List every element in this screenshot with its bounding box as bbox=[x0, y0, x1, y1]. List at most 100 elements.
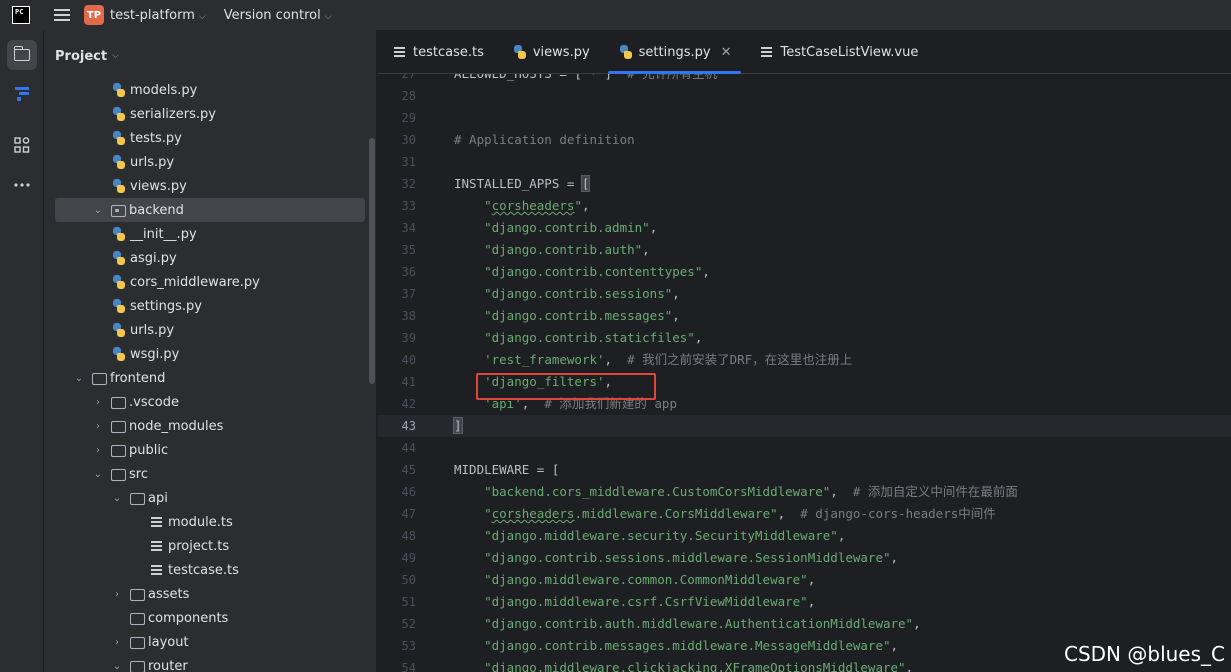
code-text: "django.contrib.admin", bbox=[484, 220, 658, 235]
code-line[interactable]: 27 ALLOWED_HOSTS = ['*'] # 允许所有主机 bbox=[378, 74, 1231, 85]
python-file-icon bbox=[111, 106, 127, 122]
close-icon[interactable]: ✕ bbox=[721, 45, 732, 60]
folder-icon bbox=[129, 658, 145, 672]
tree-item[interactable]: asgi.py bbox=[44, 246, 369, 270]
code-line[interactable]: 34 "django.contrib.admin", bbox=[378, 217, 1231, 239]
tree-item[interactable]: components bbox=[44, 606, 369, 630]
code-line[interactable]: 33 "corsheaders", bbox=[378, 195, 1231, 217]
code-line[interactable]: 35 "django.contrib.auth", bbox=[378, 239, 1231, 261]
editor-tab[interactable]: settings.py ✕ bbox=[604, 30, 746, 74]
project-switcher[interactable]: test-platform ⌵ bbox=[110, 8, 206, 23]
tree-item[interactable]: ⌄ api bbox=[44, 486, 369, 510]
code-line[interactable]: 49 "django.contrib.sessions.middleware.S… bbox=[378, 547, 1231, 569]
code-text: "django.contrib.messages", bbox=[484, 308, 680, 323]
tree-item[interactable]: ⌄ frontend bbox=[44, 366, 369, 390]
code-line[interactable]: 47 "corsheaders.middleware.CorsMiddlewar… bbox=[378, 503, 1231, 525]
code-line[interactable]: 41 'django_filters', bbox=[378, 371, 1231, 393]
line-number: 42 bbox=[401, 397, 416, 411]
chevron-down-icon: ⌵ bbox=[112, 51, 119, 61]
tree-item[interactable]: tests.py bbox=[44, 126, 369, 150]
tree-item[interactable]: models.py bbox=[44, 78, 369, 102]
tree-item[interactable]: cors_middleware.py bbox=[44, 270, 369, 294]
project-scrollbar[interactable] bbox=[369, 138, 375, 384]
chevron-down-icon[interactable]: ⌄ bbox=[73, 373, 85, 384]
code-line[interactable]: 32 INSTALLED_APPS = [ bbox=[378, 173, 1231, 195]
line-number: 48 bbox=[401, 529, 416, 543]
code-line[interactable]: 37 "django.contrib.sessions", bbox=[378, 283, 1231, 305]
code-line[interactable]: 50 "django.middleware.common.CommonMiddl… bbox=[378, 569, 1231, 591]
tree-item[interactable]: ⌄ backend bbox=[55, 198, 365, 222]
tree-item[interactable]: __init__.py bbox=[44, 222, 369, 246]
code-line[interactable]: 43] bbox=[378, 415, 1231, 437]
tree-item[interactable]: › node_modules bbox=[44, 414, 369, 438]
chevron-down-icon[interactable]: ⌄ bbox=[111, 661, 123, 672]
code-line[interactable]: 44 bbox=[378, 437, 1231, 459]
line-number: 46 bbox=[401, 485, 416, 499]
more-icon[interactable] bbox=[7, 170, 37, 200]
code-line[interactable]: 39 "django.contrib.staticfiles", bbox=[378, 327, 1231, 349]
python-file-icon bbox=[111, 346, 127, 362]
editor-tab[interactable]: TestCaseListView.vue bbox=[745, 30, 932, 74]
editor-tab[interactable]: testcase.ts bbox=[378, 30, 498, 74]
code-line[interactable]: 48 "django.middleware.security.SecurityM… bbox=[378, 525, 1231, 547]
chevron-right-icon[interactable]: › bbox=[92, 397, 104, 408]
tree-item[interactable]: views.py bbox=[44, 174, 369, 198]
vue-file-icon bbox=[759, 44, 775, 60]
chevron-right-icon[interactable]: › bbox=[111, 637, 123, 648]
chevron-right-icon[interactable]: › bbox=[92, 421, 104, 432]
code-line[interactable]: 46 "backend.cors_middleware.CustomCorsMi… bbox=[378, 481, 1231, 503]
chevron-down-icon[interactable]: ⌄ bbox=[111, 493, 123, 504]
tree-item[interactable]: settings.py bbox=[44, 294, 369, 318]
tree-item[interactable]: › assets bbox=[44, 582, 369, 606]
tree-item[interactable]: project.ts bbox=[44, 534, 369, 558]
code-line[interactable]: 30 # Application definition bbox=[378, 129, 1231, 151]
tree-item[interactable]: urls.py bbox=[44, 318, 369, 342]
tree-item-label: serializers.py bbox=[130, 106, 216, 122]
chevron-right-icon[interactable]: › bbox=[92, 445, 104, 456]
line-number: 32 bbox=[401, 177, 416, 191]
structure-icon[interactable] bbox=[7, 79, 37, 109]
folder-icon bbox=[110, 442, 126, 458]
code-line[interactable]: 31 bbox=[378, 151, 1231, 173]
python-file-icon bbox=[111, 130, 127, 146]
code-text: ] bbox=[453, 417, 463, 434]
project-panel-header[interactable]: Project ⌵ bbox=[44, 30, 376, 82]
line-number: 53 bbox=[401, 639, 416, 653]
code-text: "django.middleware.security.SecurityMidd… bbox=[484, 528, 846, 543]
code-line[interactable]: 28 bbox=[378, 85, 1231, 107]
plugins-icon[interactable] bbox=[7, 130, 37, 160]
tree-item[interactable]: › layout bbox=[44, 630, 369, 654]
version-control-menu[interactable]: Version control ⌵ bbox=[224, 8, 332, 23]
tree-item[interactable]: ⌄ src bbox=[44, 462, 369, 486]
editor-tab[interactable]: views.py bbox=[498, 30, 604, 74]
chevron-down-icon[interactable]: ⌄ bbox=[92, 469, 104, 480]
tree-item[interactable]: › public bbox=[44, 438, 369, 462]
line-number: 39 bbox=[401, 331, 416, 345]
code-line[interactable]: 45 MIDDLEWARE = [ bbox=[378, 459, 1231, 481]
project-badge[interactable]: TP bbox=[84, 5, 104, 25]
line-number: 27 bbox=[401, 74, 416, 81]
tree-item[interactable]: urls.py bbox=[44, 150, 369, 174]
code-line[interactable]: 38 "django.contrib.messages", bbox=[378, 305, 1231, 327]
editor-tab-label: views.py bbox=[532, 44, 590, 60]
chevron-right-icon[interactable]: › bbox=[111, 589, 123, 600]
tree-item[interactable]: › .vscode bbox=[44, 390, 369, 414]
tree-item-label: node_modules bbox=[129, 418, 224, 434]
code-text: "corsheaders", bbox=[484, 198, 590, 213]
code-editor[interactable]: 27 ALLOWED_HOSTS = ['*'] # 允许所有主机 28 29 30 # … bbox=[378, 74, 1231, 672]
project-folder-icon[interactable] bbox=[7, 40, 37, 70]
code-line[interactable]: 36 "django.contrib.contenttypes", bbox=[378, 261, 1231, 283]
tree-item[interactable]: serializers.py bbox=[44, 102, 369, 126]
tree-item[interactable]: ⌄ router bbox=[44, 654, 369, 672]
main-menu-icon[interactable] bbox=[54, 9, 70, 21]
tree-item[interactable]: wsgi.py bbox=[44, 342, 369, 366]
code-line[interactable]: 51 "django.middleware.csrf.CsrfViewMiddl… bbox=[378, 591, 1231, 613]
tree-item[interactable]: module.ts bbox=[44, 510, 369, 534]
code-line[interactable]: 40 'rest_framework', # 我们之前安装了DRF，在这里也注册… bbox=[378, 349, 1231, 371]
python-file-icon bbox=[618, 44, 634, 60]
code-line[interactable]: 29 bbox=[378, 107, 1231, 129]
tree-item[interactable]: testcase.ts bbox=[44, 558, 369, 582]
code-line[interactable]: 42 'api', # 添加我们新建的 app bbox=[378, 393, 1231, 415]
chevron-down-icon[interactable]: ⌄ bbox=[92, 205, 104, 216]
code-line[interactable]: 52 "django.contrib.auth.middleware.Authe… bbox=[378, 613, 1231, 635]
